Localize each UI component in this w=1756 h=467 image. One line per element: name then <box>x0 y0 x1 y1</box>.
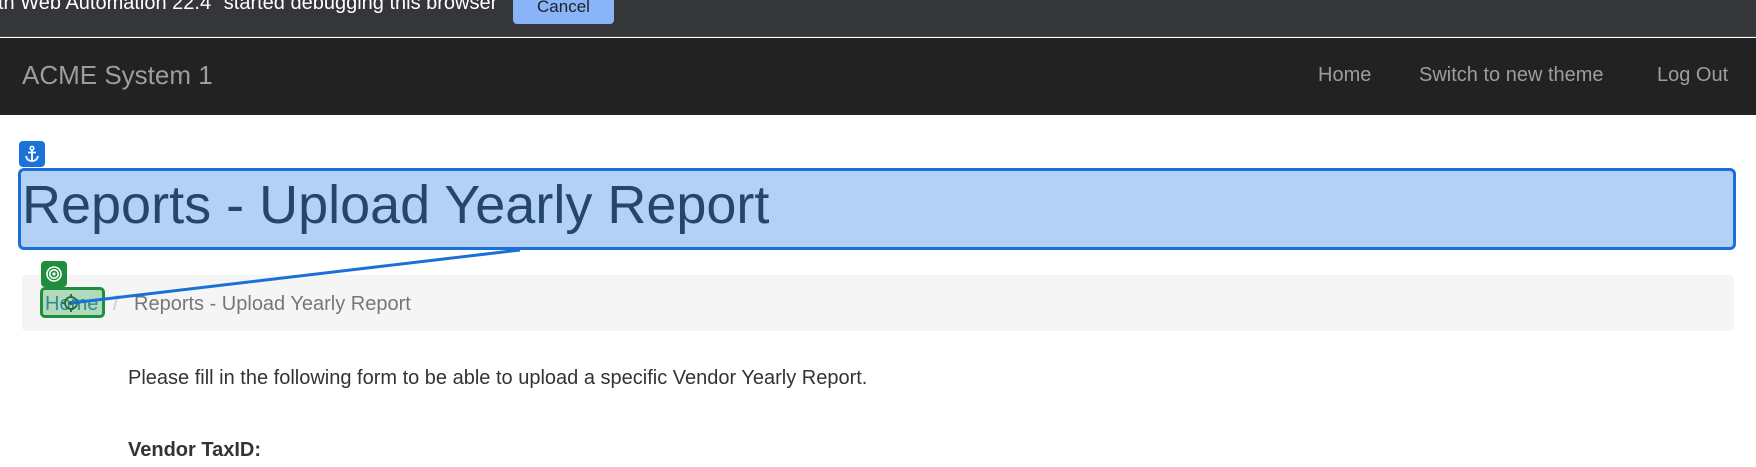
anchor-icon <box>19 141 45 167</box>
breadcrumb-separator: / <box>113 293 119 315</box>
nav-logout-link[interactable]: Log Out <box>1657 64 1728 87</box>
crosshair-icon <box>62 294 80 312</box>
breadcrumb-current: Reports - Upload Yearly Report <box>134 293 411 315</box>
debug-banner-text: th Web Automation 22.4" started debuggin… <box>0 0 498 14</box>
target-icon <box>41 261 67 287</box>
intro-text: Please fill in the following form to be … <box>128 367 868 389</box>
nav-home-link[interactable]: Home <box>1318 64 1371 87</box>
vendor-taxid-label: Vendor TaxID: <box>128 439 261 461</box>
debug-banner: th Web Automation 22.4" started debuggin… <box>0 0 1756 37</box>
nav-switch-theme-link[interactable]: Switch to new theme <box>1419 64 1604 87</box>
page-title: Reports - Upload Yearly Report <box>22 175 770 235</box>
top-navbar: ACME System 1 Home Switch to new theme L… <box>0 38 1756 115</box>
brand-link[interactable]: ACME System 1 <box>22 60 213 91</box>
cancel-debugging-button[interactable]: Cancel <box>513 0 614 24</box>
